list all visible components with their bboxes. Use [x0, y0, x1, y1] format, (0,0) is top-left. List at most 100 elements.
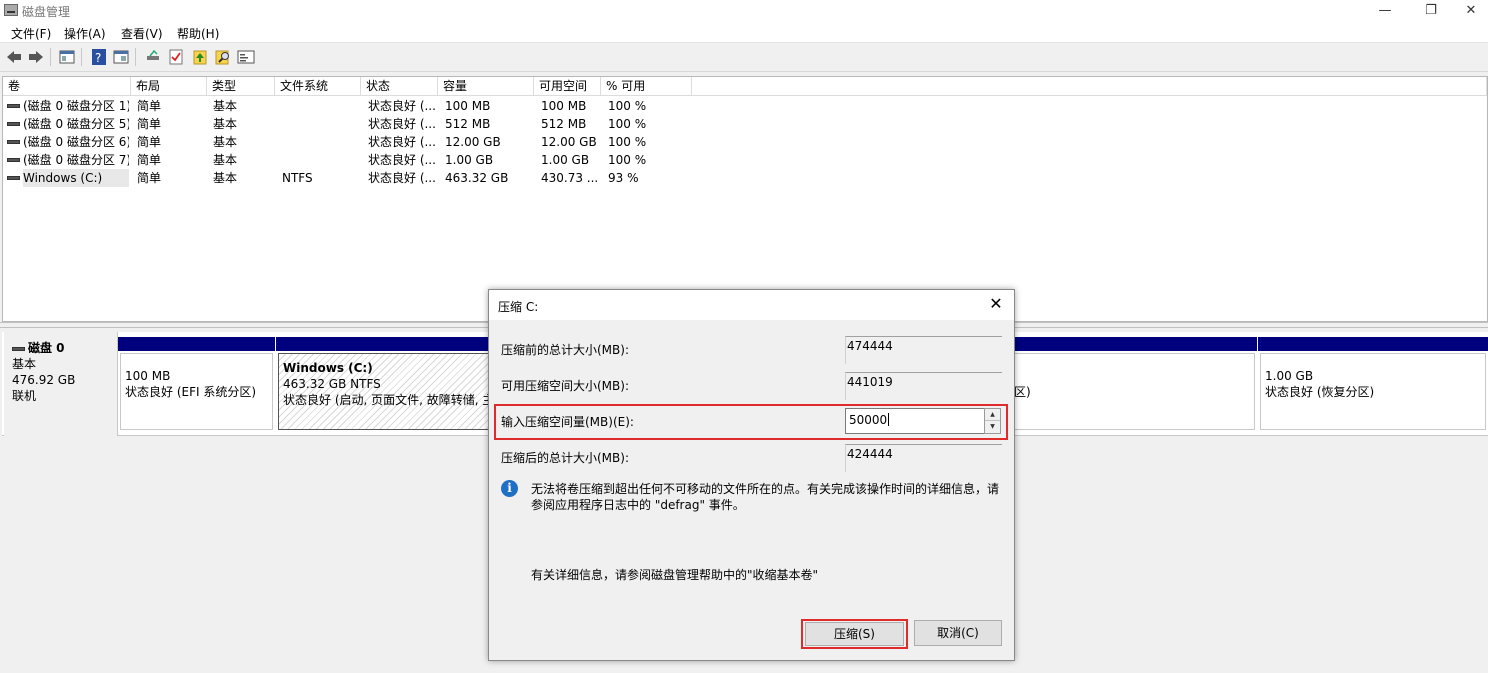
volume-icon — [7, 176, 20, 180]
disk-state: 联机 — [12, 389, 37, 403]
console-tree-icon[interactable] — [112, 48, 130, 66]
table-row[interactable]: (磁盘 0 磁盘分区 7) 简单 基本 状态良好 (... 1.00 GB 1.… — [3, 151, 1483, 169]
forward-arrow-icon[interactable] — [27, 48, 45, 66]
disk-name: 磁盘 0 — [28, 341, 65, 355]
partition-bar — [1007, 337, 1257, 351]
volume-type: 基本 — [213, 135, 238, 149]
menu-file[interactable]: 文件(F) — [11, 25, 51, 42]
partition-size: 1.00 GB — [1265, 369, 1314, 383]
volume-layout: 简单 — [137, 135, 162, 149]
partition-bar — [1258, 337, 1488, 351]
toolbar-separator — [135, 48, 136, 66]
column-header-volume[interactable]: 卷 — [3, 77, 131, 96]
volume-status: 状态良好 (... — [368, 99, 436, 113]
close-window-button[interactable]: ✕ — [1448, 0, 1488, 22]
window-title: 磁盘管理 — [22, 5, 71, 19]
disk-connect-icon[interactable] — [144, 48, 162, 66]
table-row[interactable]: (磁盘 0 磁盘分区 5) 简单 基本 状态良好 (... 512 MB 512… — [3, 115, 1483, 133]
info-line-2: 参阅应用程序日志中的 "defrag" 事件。 — [531, 498, 745, 512]
dialog-title-bar: 压缩 C: ✕ — [489, 290, 1014, 320]
volume-capacity: 463.32 GB — [445, 171, 509, 185]
table-row[interactable]: (磁盘 0 磁盘分区 6) 简单 基本 状态良好 (... 12.00 GB 1… — [3, 133, 1483, 151]
volume-name: (磁盘 0 磁盘分区 1) — [23, 99, 129, 113]
volume-layout: 简单 — [137, 117, 162, 131]
shrink-amount-spinner[interactable]: ▲ ▼ — [984, 408, 1001, 434]
volume-status: 状态良好 (... — [368, 117, 436, 131]
partition-hidden[interactable]: 区) — [1007, 337, 1257, 431]
console-window-icon[interactable] — [237, 48, 255, 66]
help-icon[interactable]: ? — [90, 48, 108, 66]
check-icon[interactable] — [167, 48, 185, 66]
partition-recovery[interactable]: 1.00 GB 状态良好 (恢复分区) — [1258, 337, 1488, 431]
partition-status: 状态良好 (恢复分区) — [1265, 385, 1375, 399]
partition-body: 区) — [1009, 353, 1255, 430]
column-header-capacity[interactable]: 容量 — [438, 77, 534, 96]
info-line-1: 无法将卷压缩到超出任何不可移动的文件所在的点。有关完成该操作时间的详细信息，请 — [531, 482, 1000, 496]
column-header-filesystem[interactable]: 文件系统 — [275, 77, 361, 96]
close-icon[interactable]: ✕ — [986, 294, 1006, 314]
shrink-amount-input[interactable]: 50000 — [845, 408, 985, 434]
menu-action[interactable]: 操作(A) — [64, 25, 106, 42]
shrink-amount-label: 输入压缩空间量(MB)(E): — [501, 415, 634, 429]
column-header-status[interactable]: 状态 — [361, 77, 438, 96]
volume-type: 基本 — [213, 171, 238, 185]
toolbar: ? — [0, 44, 1488, 72]
text-caret — [888, 413, 890, 426]
partition-size: 100 MB — [125, 369, 171, 383]
partition-bar — [118, 337, 275, 351]
partition-size — [1014, 368, 1254, 384]
search-disk-icon[interactable] — [214, 48, 232, 66]
column-header-filler — [692, 77, 1487, 96]
menu-help[interactable]: 帮助(H) — [177, 25, 219, 42]
disk-size: 476.92 GB — [12, 373, 76, 387]
table-row[interactable]: Windows (C:) 简单 基本 NTFS 状态良好 (... 463.32… — [3, 169, 1483, 187]
spin-down-icon[interactable]: ▼ — [985, 421, 1000, 433]
volume-status: 状态良好 (... — [368, 135, 436, 149]
shrink-button[interactable]: 压缩(S) — [805, 622, 904, 646]
column-header-type[interactable]: 类型 — [207, 77, 275, 96]
volume-percent-free: 100 % — [608, 153, 647, 167]
menu-bar: 文件(F) 操作(A) 查看(V) 帮助(H) — [0, 22, 1488, 43]
minimize-button[interactable]: — — [1362, 0, 1408, 22]
disk-icon — [12, 346, 25, 351]
column-header-free-space[interactable]: 可用空间 — [534, 77, 601, 96]
available-space-label: 可用压缩空间大小(MB): — [501, 379, 629, 393]
volume-free-space: 430.73 ... — [541, 171, 599, 185]
column-header-layout[interactable]: 布局 — [131, 77, 207, 96]
volume-capacity: 12.00 GB — [445, 135, 501, 149]
back-arrow-icon[interactable] — [5, 48, 23, 66]
column-header-percent-free[interactable]: % 可用 — [601, 77, 692, 96]
partition-status: 状态良好 (EFI 系统分区) — [125, 385, 257, 399]
volume-free-space: 1.00 GB — [541, 153, 590, 167]
volume-name: Windows (C:) — [23, 169, 129, 187]
upgrade-icon[interactable] — [191, 48, 209, 66]
partition-efi[interactable]: 100 MB 状态良好 (EFI 系统分区) — [118, 337, 275, 431]
dialog-title: 压缩 C: — [498, 300, 539, 314]
volume-type: 基本 — [213, 117, 238, 131]
spin-up-icon[interactable]: ▲ — [985, 409, 1000, 421]
menu-view[interactable]: 查看(V) — [121, 25, 163, 42]
volume-status: 状态良好 (... — [368, 171, 436, 185]
volume-free-space: 12.00 GB — [541, 135, 597, 149]
properties-icon[interactable] — [58, 48, 76, 66]
table-row[interactable]: (磁盘 0 磁盘分区 1) 简单 基本 状态良好 (... 100 MB 100… — [3, 97, 1483, 115]
partition-status: 区) — [1014, 385, 1031, 399]
volume-filesystem: NTFS — [282, 171, 313, 185]
volume-percent-free: 100 % — [608, 117, 647, 131]
volume-name: (磁盘 0 磁盘分区 5) — [23, 117, 129, 131]
volume-percent-free: 93 % — [608, 171, 639, 185]
toolbar-separator — [50, 48, 51, 66]
help-reference-text: 有关详细信息，请参阅磁盘管理帮助中的"收缩基本卷" — [531, 568, 819, 582]
total-before-label: 压缩前的总计大小(MB): — [501, 343, 629, 357]
disk-type: 基本 — [12, 357, 37, 371]
volume-icon — [7, 158, 20, 162]
disk-0-label[interactable]: 磁盘 0 基本 476.92 GB 联机 — [4, 332, 118, 436]
partition-body: 100 MB 状态良好 (EFI 系统分区) — [120, 353, 273, 430]
volume-percent-free: 100 % — [608, 99, 647, 113]
shrink-amount-value: 50000 — [849, 413, 888, 427]
volume-list[interactable]: 卷 布局 类型 文件系统 状态 容量 可用空间 % 可用 (磁盘 0 磁盘分区 … — [2, 76, 1488, 322]
info-message: 无法将卷压缩到超出任何不可移动的文件所在的点。有关完成该操作时间的详细信息，请 … — [531, 481, 1009, 513]
volume-percent-free: 100 % — [608, 135, 647, 149]
info-icon: i — [501, 480, 518, 497]
cancel-button[interactable]: 取消(C) — [914, 620, 1002, 646]
